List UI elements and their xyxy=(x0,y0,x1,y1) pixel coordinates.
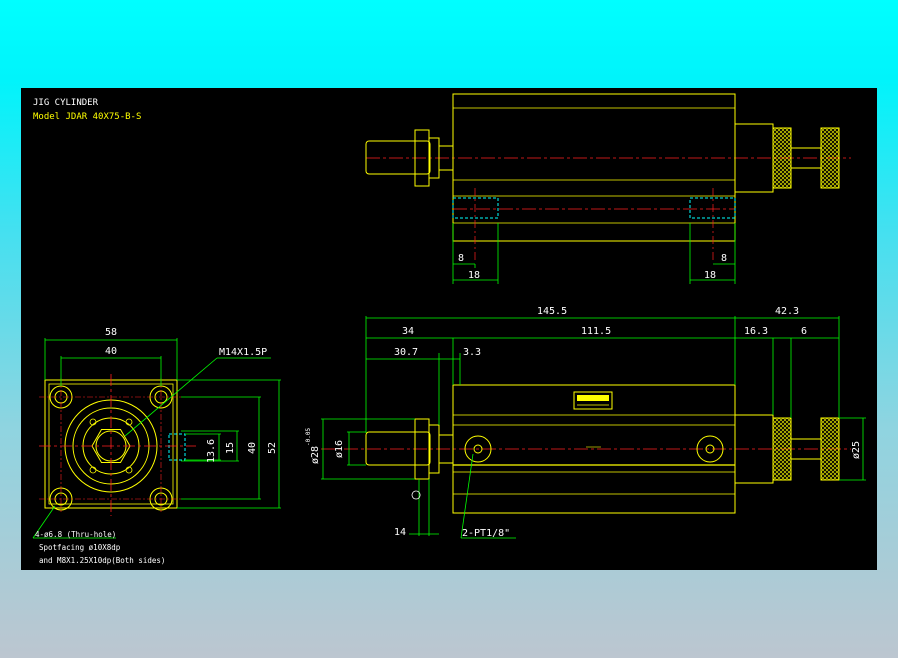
dim-bore-tolerance: -0.05 xyxy=(305,428,312,446)
side-view: 145.5 42.3 34 111.5 16.3 6 30.7 3.3 ø28 … xyxy=(305,306,866,539)
side-view-knurl-left xyxy=(772,417,792,481)
cad-drawing-canvas[interactable]: JIG CYLINDER Model JDAR 40X75-B-S 8 18 8… xyxy=(21,88,877,570)
thread-callout: M14X1.5P xyxy=(219,347,267,358)
dim-rod-16: ø16 xyxy=(334,440,345,458)
dim-side-15: 15 xyxy=(225,442,236,454)
dim-top-left-18: 18 xyxy=(468,270,480,281)
side-view-knurl-right xyxy=(820,417,840,481)
dim-top-left-8: 8 xyxy=(458,253,464,264)
dim-bore-28: ø28 xyxy=(310,446,321,464)
port-thread-note: 2-PT1/8" xyxy=(462,528,510,539)
top-view: 8 18 8 18 xyxy=(365,93,851,284)
dim-side-40: 40 xyxy=(247,442,258,454)
drawing-title: JIG CYLINDER xyxy=(33,98,99,108)
side-view-rod xyxy=(365,431,431,466)
front-view: 58 40 M14X1.5P 13.6 15 40 52 xyxy=(32,327,281,539)
dim-16-3: 16.3 xyxy=(744,326,768,337)
cad-drawing: JIG CYLINDER Model JDAR 40X75-B-S 8 18 8… xyxy=(32,93,866,565)
dim-top-right-18: 18 xyxy=(704,270,716,281)
model-label: Model JDAR 40X75-B-S xyxy=(33,112,141,122)
top-view-body xyxy=(452,93,736,242)
dim-14: 14 xyxy=(394,527,406,538)
hole-note: 4-ø6.8 (Thru-hole) xyxy=(35,530,116,539)
dim-rod-34: 34 xyxy=(402,326,414,337)
dim-rod-side-42-3: 42.3 xyxy=(775,306,799,317)
spotfacing-note: Spotfacing ø10X8dp xyxy=(39,543,121,552)
dim-6: 6 xyxy=(801,326,807,337)
dim-30-7: 30.7 xyxy=(394,347,418,358)
dim-side-52: 52 xyxy=(267,442,278,454)
top-view-knurl-left xyxy=(772,127,792,189)
dim-3-3: 3.3 xyxy=(463,347,481,358)
top-right-hidden-port xyxy=(689,197,736,219)
dim-top-right-8: 8 xyxy=(721,253,727,264)
dim-knob-25: ø25 xyxy=(851,441,862,459)
dim-body-111-5: 111.5 xyxy=(581,326,611,337)
dim-front-58: 58 xyxy=(105,327,117,338)
top-left-hidden-port xyxy=(452,197,499,219)
dim-overall-145-5: 145.5 xyxy=(537,306,567,317)
top-view-rod xyxy=(365,140,431,175)
dim-side-13-6: 13.6 xyxy=(206,439,217,463)
dim-front-40: 40 xyxy=(105,346,117,357)
top-view-knurl-right xyxy=(820,127,840,189)
tap-note: and M8X1.25X10dp(Both sides) xyxy=(39,556,165,565)
